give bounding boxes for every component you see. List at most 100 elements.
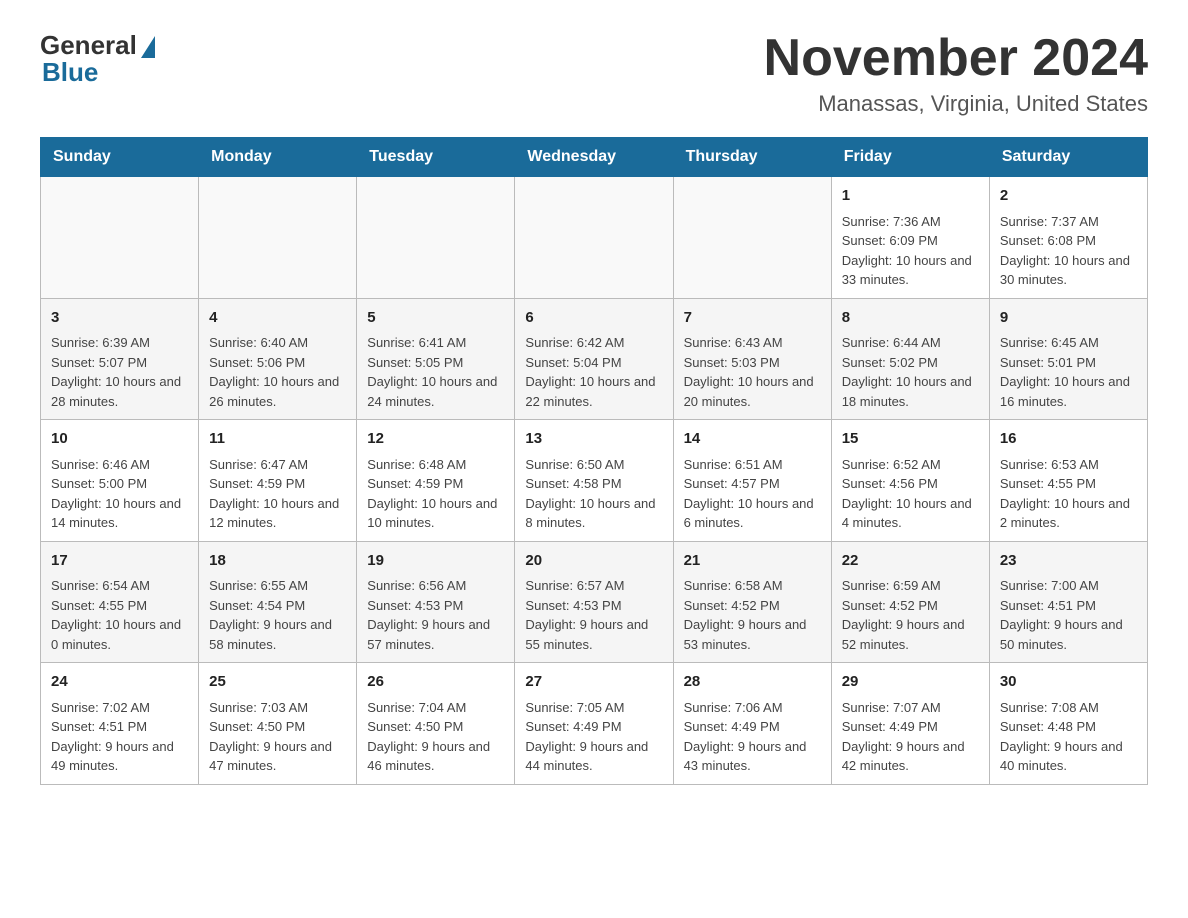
calendar-cell: 4 Sunrise: 6:40 AM Sunset: 5:06 PM Daylig… <box>199 298 357 420</box>
day-info: Sunrise: 7:37 AM Sunset: 6:08 PM Dayligh… <box>1000 212 1137 290</box>
day-info: Sunrise: 6:46 AM Sunset: 5:00 PM Dayligh… <box>51 455 188 533</box>
day-number: 15 <box>842 428 979 451</box>
day-number: 5 <box>367 307 504 330</box>
day-info: Sunrise: 6:51 AM Sunset: 4:57 PM Dayligh… <box>684 455 821 533</box>
calendar-cell: 30 Sunrise: 7:08 AM Sunset: 4:48 PM Dayli… <box>989 663 1147 785</box>
calendar-cell: 28 Sunrise: 7:06 AM Sunset: 4:49 PM Dayli… <box>673 663 831 785</box>
day-number: 10 <box>51 428 188 451</box>
calendar-cell: 22 Sunrise: 6:59 AM Sunset: 4:52 PM Dayli… <box>831 541 989 663</box>
calendar-cell: 27 Sunrise: 7:05 AM Sunset: 4:49 PM Dayli… <box>515 663 673 785</box>
day-number: 24 <box>51 671 188 694</box>
calendar-week-row: 17 Sunrise: 6:54 AM Sunset: 4:55 PM Dayli… <box>41 541 1148 663</box>
day-header-monday: Monday <box>199 138 357 177</box>
calendar-week-row: 3 Sunrise: 6:39 AM Sunset: 5:07 PM Daylig… <box>41 298 1148 420</box>
page-header: General Blue November 2024 Manassas, Vir… <box>40 30 1148 117</box>
day-info: Sunrise: 6:56 AM Sunset: 4:53 PM Dayligh… <box>367 576 504 654</box>
calendar-cell: 17 Sunrise: 6:54 AM Sunset: 4:55 PM Dayli… <box>41 541 199 663</box>
day-header-wednesday: Wednesday <box>515 138 673 177</box>
calendar-cell: 15Sunrise: 6:52 AM Sunset: 4:56 PM Dayli… <box>831 420 989 542</box>
day-number: 11 <box>209 428 346 451</box>
day-number: 9 <box>1000 307 1137 330</box>
calendar-cell: 26Sunrise: 7:04 AM Sunset: 4:50 PM Dayli… <box>357 663 515 785</box>
day-info: Sunrise: 6:53 AM Sunset: 4:55 PM Dayligh… <box>1000 455 1137 533</box>
calendar-cell: 13 Sunrise: 6:50 AM Sunset: 4:58 PM Dayli… <box>515 420 673 542</box>
calendar-cell: 21Sunrise: 6:58 AM Sunset: 4:52 PM Dayli… <box>673 541 831 663</box>
calendar-table: SundayMondayTuesdayWednesdayThursdayFrid… <box>40 137 1148 785</box>
day-info: Sunrise: 6:54 AM Sunset: 4:55 PM Dayligh… <box>51 576 188 654</box>
day-info: Sunrise: 7:05 AM Sunset: 4:49 PM Dayligh… <box>525 698 662 776</box>
day-info: Sunrise: 6:55 AM Sunset: 4:54 PM Dayligh… <box>209 576 346 654</box>
day-info: Sunrise: 7:02 AM Sunset: 4:51 PM Dayligh… <box>51 698 188 776</box>
calendar-cell: 3 Sunrise: 6:39 AM Sunset: 5:07 PM Daylig… <box>41 298 199 420</box>
day-number: 30 <box>1000 671 1137 694</box>
day-info: Sunrise: 6:39 AM Sunset: 5:07 PM Dayligh… <box>51 333 188 411</box>
calendar-cell: 25 Sunrise: 7:03 AM Sunset: 4:50 PM Dayli… <box>199 663 357 785</box>
calendar-cell <box>357 177 515 299</box>
calendar-cell <box>199 177 357 299</box>
calendar-cell: 6Sunrise: 6:42 AM Sunset: 5:04 PM Daylig… <box>515 298 673 420</box>
calendar-cell: 14 Sunrise: 6:51 AM Sunset: 4:57 PM Dayli… <box>673 420 831 542</box>
calendar-cell: 9Sunrise: 6:45 AM Sunset: 5:01 PM Daylig… <box>989 298 1147 420</box>
calendar-cell: 1Sunrise: 7:36 AM Sunset: 6:09 PM Daylig… <box>831 177 989 299</box>
day-number: 23 <box>1000 550 1137 573</box>
day-info: Sunrise: 6:41 AM Sunset: 5:05 PM Dayligh… <box>367 333 504 411</box>
day-number: 7 <box>684 307 821 330</box>
logo-blue-text: Blue <box>42 57 98 88</box>
day-number: 28 <box>684 671 821 694</box>
calendar-cell: 10 Sunrise: 6:46 AM Sunset: 5:00 PM Dayli… <box>41 420 199 542</box>
calendar-week-row: 24 Sunrise: 7:02 AM Sunset: 4:51 PM Dayli… <box>41 663 1148 785</box>
day-number: 21 <box>684 550 821 573</box>
day-number: 16 <box>1000 428 1137 451</box>
day-number: 20 <box>525 550 662 573</box>
calendar-cell <box>41 177 199 299</box>
day-number: 3 <box>51 307 188 330</box>
day-info: Sunrise: 6:42 AM Sunset: 5:04 PM Dayligh… <box>525 333 662 411</box>
day-number: 12 <box>367 428 504 451</box>
title-area: November 2024 Manassas, Virginia, United… <box>764 30 1148 117</box>
day-number: 13 <box>525 428 662 451</box>
day-info: Sunrise: 7:03 AM Sunset: 4:50 PM Dayligh… <box>209 698 346 776</box>
day-number: 14 <box>684 428 821 451</box>
calendar-cell: 8Sunrise: 6:44 AM Sunset: 5:02 PM Daylig… <box>831 298 989 420</box>
day-number: 2 <box>1000 185 1137 208</box>
calendar-cell <box>673 177 831 299</box>
day-info: Sunrise: 6:40 AM Sunset: 5:06 PM Dayligh… <box>209 333 346 411</box>
calendar-cell: 11Sunrise: 6:47 AM Sunset: 4:59 PM Dayli… <box>199 420 357 542</box>
day-info: Sunrise: 6:48 AM Sunset: 4:59 PM Dayligh… <box>367 455 504 533</box>
day-info: Sunrise: 6:59 AM Sunset: 4:52 PM Dayligh… <box>842 576 979 654</box>
logo-triangle-icon <box>141 36 155 58</box>
day-header-saturday: Saturday <box>989 138 1147 177</box>
day-header-tuesday: Tuesday <box>357 138 515 177</box>
calendar-cell <box>515 177 673 299</box>
day-number: 26 <box>367 671 504 694</box>
calendar-cell: 5 Sunrise: 6:41 AM Sunset: 5:05 PM Daylig… <box>357 298 515 420</box>
day-info: Sunrise: 6:50 AM Sunset: 4:58 PM Dayligh… <box>525 455 662 533</box>
logo: General Blue <box>40 30 155 88</box>
calendar-week-row: 1Sunrise: 7:36 AM Sunset: 6:09 PM Daylig… <box>41 177 1148 299</box>
day-info: Sunrise: 6:43 AM Sunset: 5:03 PM Dayligh… <box>684 333 821 411</box>
day-info: Sunrise: 7:06 AM Sunset: 4:49 PM Dayligh… <box>684 698 821 776</box>
day-info: Sunrise: 7:36 AM Sunset: 6:09 PM Dayligh… <box>842 212 979 290</box>
day-number: 4 <box>209 307 346 330</box>
day-header-friday: Friday <box>831 138 989 177</box>
day-header-sunday: Sunday <box>41 138 199 177</box>
calendar-cell: 24 Sunrise: 7:02 AM Sunset: 4:51 PM Dayli… <box>41 663 199 785</box>
calendar-cell: 29 Sunrise: 7:07 AM Sunset: 4:49 PM Dayli… <box>831 663 989 785</box>
calendar-cell: 7 Sunrise: 6:43 AM Sunset: 5:03 PM Daylig… <box>673 298 831 420</box>
day-number: 27 <box>525 671 662 694</box>
calendar-week-row: 10 Sunrise: 6:46 AM Sunset: 5:00 PM Dayli… <box>41 420 1148 542</box>
calendar-header-row: SundayMondayTuesdayWednesdayThursdayFrid… <box>41 138 1148 177</box>
month-title: November 2024 <box>764 30 1148 87</box>
day-info: Sunrise: 6:57 AM Sunset: 4:53 PM Dayligh… <box>525 576 662 654</box>
calendar-cell: 23Sunrise: 7:00 AM Sunset: 4:51 PM Dayli… <box>989 541 1147 663</box>
calendar-cell: 20 Sunrise: 6:57 AM Sunset: 4:53 PM Dayli… <box>515 541 673 663</box>
day-number: 22 <box>842 550 979 573</box>
location-text: Manassas, Virginia, United States <box>764 91 1148 117</box>
day-number: 8 <box>842 307 979 330</box>
day-info: Sunrise: 7:08 AM Sunset: 4:48 PM Dayligh… <box>1000 698 1137 776</box>
calendar-cell: 16 Sunrise: 6:53 AM Sunset: 4:55 PM Dayli… <box>989 420 1147 542</box>
day-number: 29 <box>842 671 979 694</box>
day-info: Sunrise: 7:07 AM Sunset: 4:49 PM Dayligh… <box>842 698 979 776</box>
day-number: 17 <box>51 550 188 573</box>
day-number: 25 <box>209 671 346 694</box>
